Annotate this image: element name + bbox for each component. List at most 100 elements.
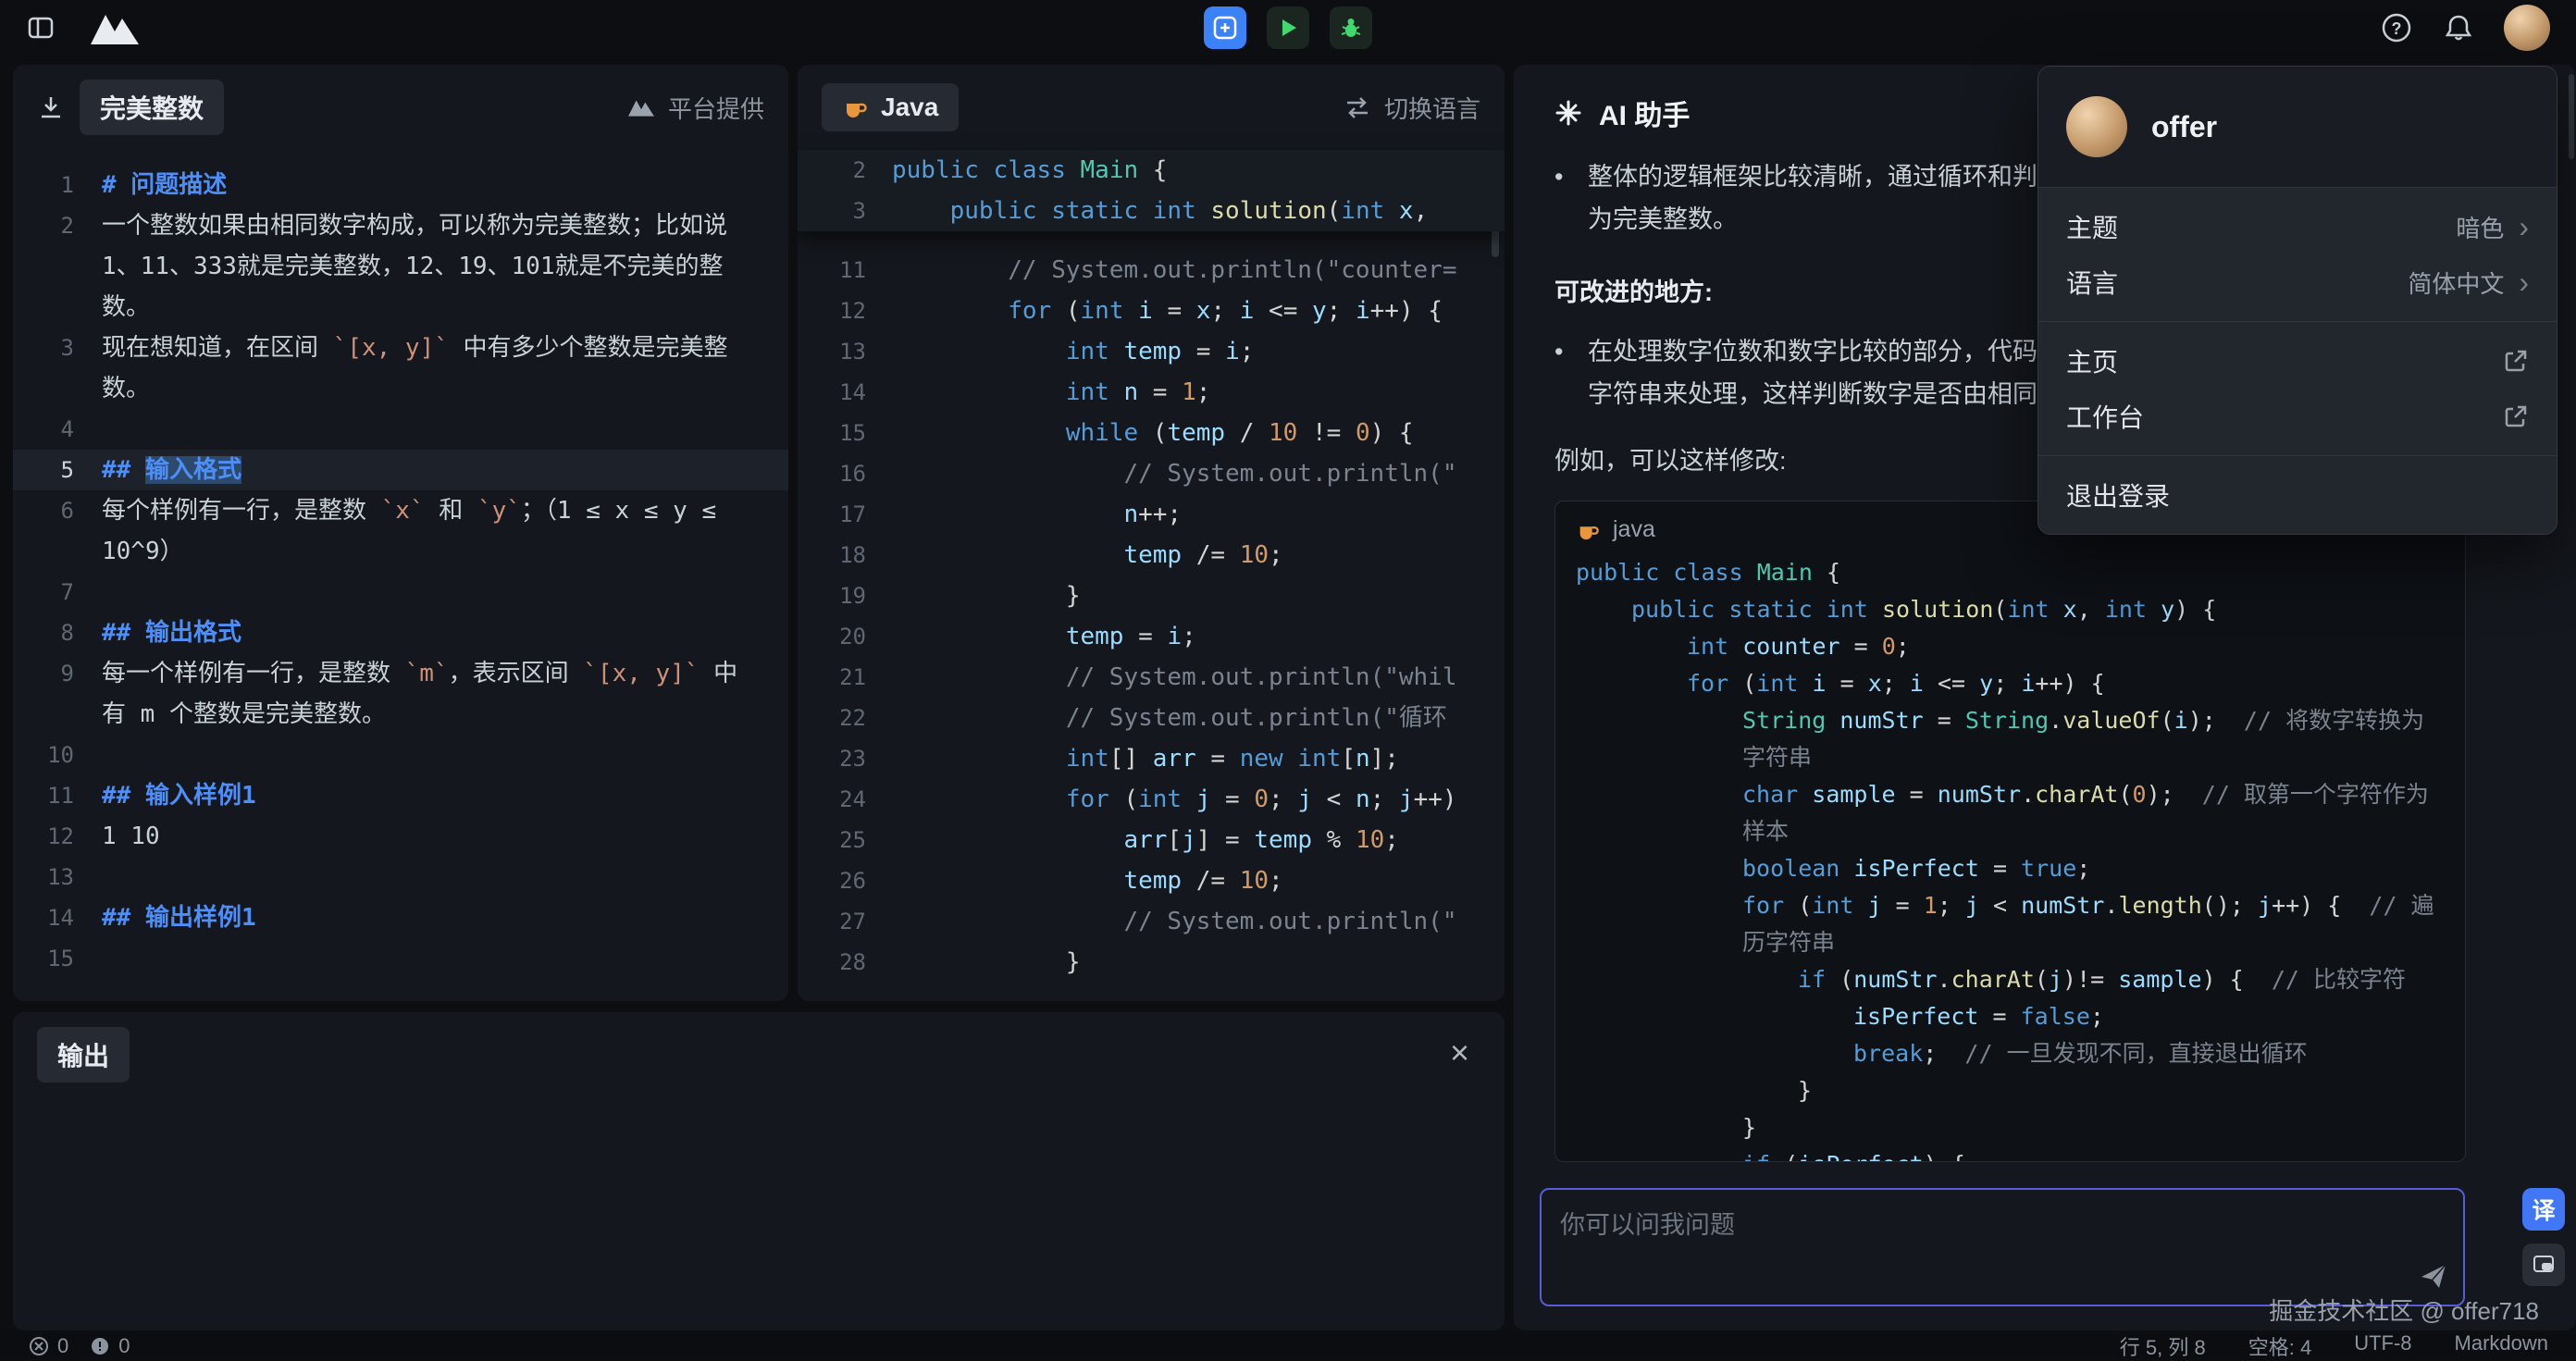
code-line[interactable]: 17 n++; [798, 494, 1505, 535]
code-line[interactable]: 3 public static int solution(int x, [798, 191, 1505, 231]
code-line[interactable]: 26 temp /= 10; [798, 860, 1505, 901]
code-line[interactable]: 28 } [798, 942, 1505, 983]
code-editor[interactable]: 11 // System.out.println("counter=12 for… [798, 231, 1505, 983]
line-number[interactable]: 12 [798, 291, 866, 331]
line-number[interactable]: 21 [798, 657, 866, 698]
problem-line[interactable]: 11## 输入样例1 [13, 775, 788, 816]
code-line[interactable]: 23 int[] arr = new int[n]; [798, 738, 1505, 779]
code-line[interactable]: 12 for (int i = x; i <= y; i++) { [798, 291, 1505, 331]
line-number[interactable]: 15 [798, 413, 866, 453]
line-number[interactable]: 11 [13, 775, 74, 816]
line-number[interactable]: 2 [13, 205, 74, 328]
line-number[interactable]: 5 [13, 450, 74, 490]
problem-line[interactable]: 1# 问题描述 [13, 165, 788, 205]
line-number[interactable]: 16 [798, 453, 866, 494]
problem-line[interactable]: 4 [13, 409, 788, 450]
code-line[interactable]: 19 } [798, 575, 1505, 616]
code-line[interactable]: 22 // System.out.println("循环 [798, 698, 1505, 738]
problem-line[interactable]: 5## 输入格式 [13, 450, 788, 490]
line-number[interactable]: 18 [798, 535, 866, 575]
line-number[interactable]: 19 [798, 575, 866, 616]
output-title-chip[interactable]: 输出 [37, 1027, 130, 1083]
problem-line[interactable]: 15 [13, 938, 788, 979]
debug-button[interactable] [1330, 6, 1372, 49]
line-number[interactable]: 3 [13, 328, 74, 409]
translate-button[interactable]: 译 [2522, 1188, 2565, 1231]
problem-line[interactable]: 13 [13, 857, 788, 897]
problem-title-chip[interactable]: 完美整数 [80, 80, 224, 135]
app-logo[interactable] [89, 9, 141, 46]
close-output-button[interactable]: × [1450, 1036, 1469, 1070]
code-line[interactable]: 20 temp = i; [798, 616, 1505, 657]
problem-line[interactable]: 7 [13, 572, 788, 612]
line-number[interactable]: 26 [798, 860, 866, 901]
problem-line[interactable]: 2一个整数如果由相同数字构成，可以称为完美整数；比如说1、11、333就是完美整… [13, 205, 788, 328]
line-number[interactable]: 8 [13, 612, 74, 653]
sidebar-toggle-button[interactable] [26, 13, 56, 43]
code-line[interactable]: 13 int temp = i; [798, 331, 1505, 372]
statusbar-item[interactable]: Markdown [2455, 1331, 2548, 1361]
problem-line[interactable]: 3现在想知道，在区间 `[x, y]` 中有多少个整数是完美整数。 [13, 328, 788, 409]
markdown-editor[interactable]: 1# 问题描述2一个整数如果由相同数字构成，可以称为完美整数；比如说1、11、3… [13, 150, 788, 979]
line-number[interactable]: 13 [13, 857, 74, 897]
line-number[interactable]: 22 [798, 698, 866, 738]
code-line[interactable]: 18 temp /= 10; [798, 535, 1505, 575]
line-number[interactable]: 14 [13, 897, 74, 938]
line-number[interactable]: 27 [798, 901, 866, 942]
line-number[interactable]: 1 [13, 165, 74, 205]
line-number[interactable]: 3 [798, 191, 866, 231]
line-number[interactable]: 23 [798, 738, 866, 779]
menu-item-home[interactable]: 主页 [2038, 333, 2557, 389]
panel-scrollbar[interactable] [2569, 74, 2574, 159]
code-line[interactable]: 16 // System.out.println(" [798, 453, 1505, 494]
code-line[interactable]: 25 arr[j] = temp % 10; [798, 820, 1505, 860]
line-number[interactable]: 10 [13, 735, 74, 775]
code-line[interactable]: 11 // System.out.println("counter= [798, 250, 1505, 291]
statusbar-item[interactable]: UTF-8 [2354, 1331, 2411, 1361]
send-button[interactable] [2419, 1261, 2448, 1295]
code-line[interactable]: 15 while (temp / 10 != 0) { [798, 413, 1505, 453]
notifications-button[interactable] [2443, 12, 2474, 43]
code-line[interactable]: 21 // System.out.println("whil [798, 657, 1505, 698]
line-number[interactable]: 2 [798, 150, 866, 191]
problem-line[interactable]: 121 10 [13, 816, 788, 857]
problem-line[interactable]: 6每个样例有一行，是整数 `x` 和 `y`；（1 ≤ x ≤ y ≤ 10^9… [13, 490, 788, 572]
warning-count[interactable]: 0 [118, 1334, 130, 1358]
language-chip[interactable]: Java [822, 83, 959, 131]
line-number[interactable]: 14 [798, 372, 866, 413]
mini-window-button[interactable] [2522, 1243, 2565, 1286]
problem-line[interactable]: 14## 输出样例1 [13, 897, 788, 938]
line-number[interactable]: 17 [798, 494, 866, 535]
help-button[interactable]: ? [2380, 11, 2413, 44]
line-number[interactable]: 15 [13, 938, 74, 979]
line-number[interactable]: 20 [798, 616, 866, 657]
menu-item-logout[interactable]: 退出登录 [2038, 467, 2557, 523]
line-number[interactable]: 28 [798, 942, 866, 983]
code-line[interactable]: 24 for (int j = 0; j < n; j++) [798, 779, 1505, 820]
problem-line[interactable]: 9每一个样例有一行，是整数 `m`，表示区间 `[x, y]` 中有 m 个整数… [13, 653, 788, 735]
new-button[interactable] [1204, 6, 1246, 49]
line-number[interactable]: 4 [13, 409, 74, 450]
statusbar-item[interactable]: 空格: 4 [2248, 1331, 2311, 1361]
line-number[interactable]: 6 [13, 490, 74, 572]
problem-line[interactable]: 8## 输出格式 [13, 612, 788, 653]
user-avatar[interactable] [2504, 5, 2550, 51]
line-number[interactable]: 25 [798, 820, 866, 860]
code-line[interactable]: 14 int n = 1; [798, 372, 1505, 413]
statusbar-item[interactable]: 行 5, 列 8 [2120, 1331, 2206, 1361]
ai-question-input[interactable] [1560, 1205, 2374, 1279]
download-button[interactable] [37, 93, 65, 121]
line-number[interactable]: 12 [13, 816, 74, 857]
error-count[interactable]: 0 [57, 1334, 68, 1358]
menu-item-workspace[interactable]: 工作台 [2038, 389, 2557, 444]
line-number[interactable]: 11 [798, 250, 866, 291]
line-number[interactable]: 9 [13, 653, 74, 735]
line-number[interactable]: 24 [798, 779, 866, 820]
code-line[interactable]: 2public class Main { [798, 150, 1505, 191]
line-number[interactable]: 7 [13, 572, 74, 612]
line-number[interactable]: 13 [798, 331, 866, 372]
menu-item-theme[interactable]: 主题 暗色› [2038, 199, 2557, 254]
switch-language-button[interactable]: 切换语言 [1344, 91, 1480, 125]
run-button[interactable] [1267, 6, 1309, 49]
code-line[interactable]: 27 // System.out.println(" [798, 901, 1505, 942]
